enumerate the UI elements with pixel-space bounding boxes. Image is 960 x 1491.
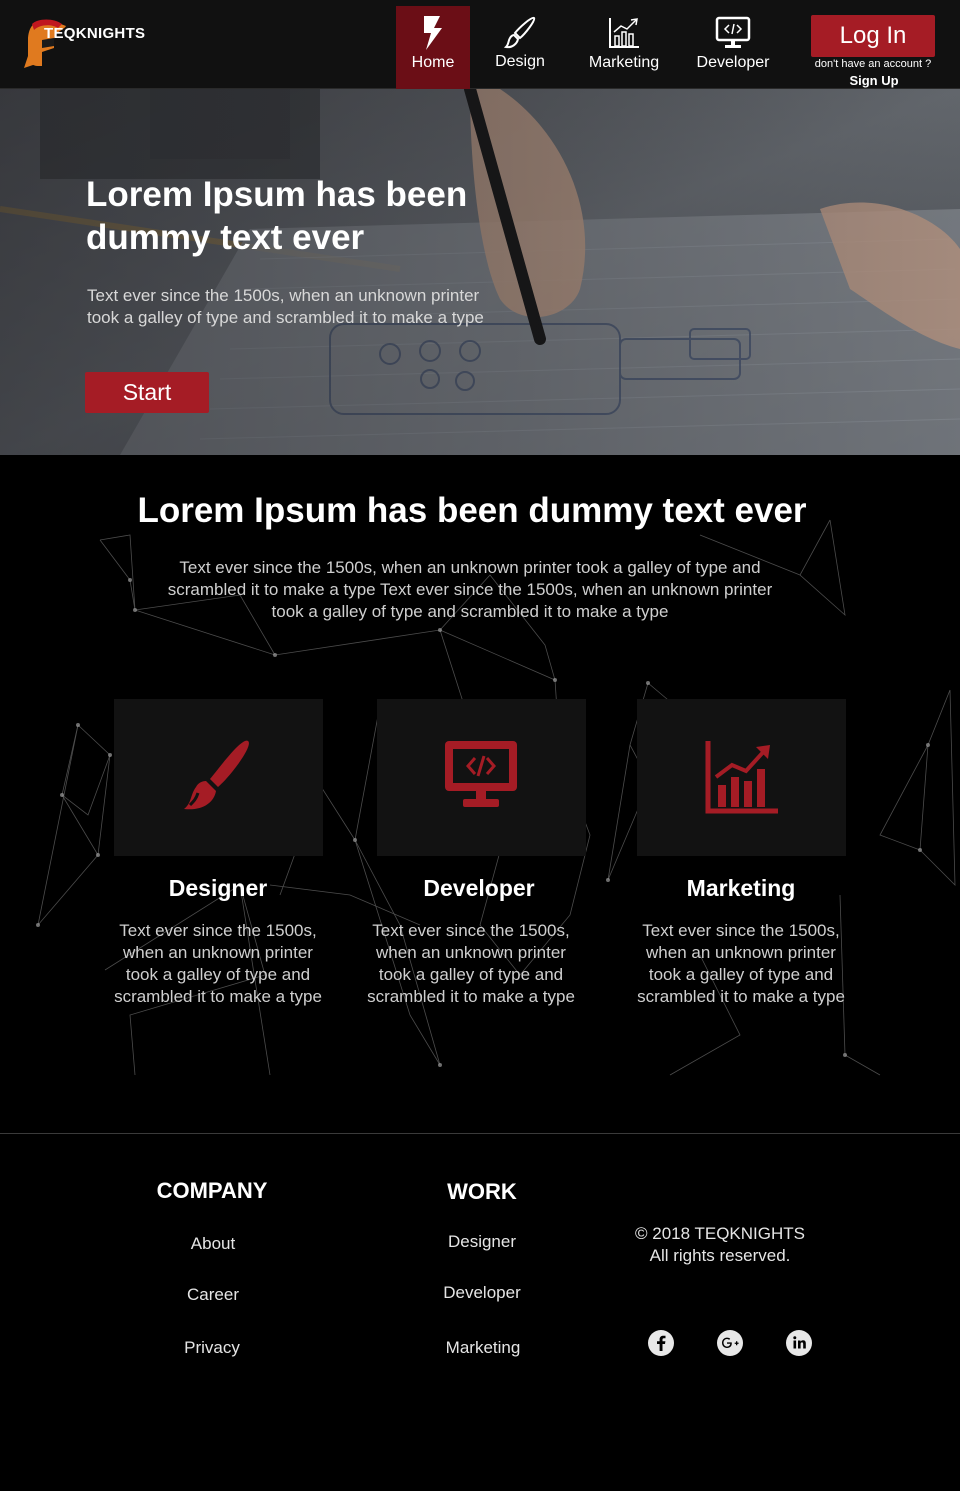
brand-name: TEQKNIGHTS [44,25,146,42]
marketing-card-icon-box [637,699,846,856]
nav-label-design: Design [495,53,545,70]
monitor-code-icon [715,16,751,48]
nav-label-developer: Developer [696,54,770,71]
login-button[interactable]: Log In [811,15,935,57]
copyright-line-1: © 2018 TEQKNIGHTS [635,1224,805,1243]
hero-title: Lorem Ipsum has been dummy text ever [86,175,468,257]
services-title: Lorem Ipsum has been dummy text ever [137,491,807,530]
no-account-text: don't have an account ? [814,58,932,70]
chart-icon [609,18,639,48]
nav-label-marketing: Marketing [588,54,660,71]
developer-card-text: Text ever since the 1500s, when an unkno… [367,921,575,1006]
linkedin-link[interactable] [786,1330,812,1356]
designer-card-icon-box [114,699,323,856]
monitor-code-icon [445,741,517,807]
copyright-text: © 2018 TEQKNIGHTS All rights reserved. [620,1223,820,1267]
services-section: Lorem Ipsum has been dummy text ever Tex… [0,455,960,1133]
footer-link-career[interactable]: Career [113,1285,313,1305]
paintbrush-icon [184,740,249,810]
google-plus-link[interactable] [717,1330,743,1356]
bolt-icon [424,16,442,50]
nav-item-home[interactable]: Home [396,6,470,89]
footer-link-about[interactable]: About [113,1234,313,1254]
nav-label-home: Home [411,54,455,71]
marketing-card-text: Text ever since the 1500s, when an unkno… [637,921,845,1006]
paintbrush-icon [503,16,536,49]
designer-card-text: Text ever since the 1500s, when an unkno… [114,921,322,1006]
signup-link[interactable]: Sign Up [806,73,942,88]
facebook-link[interactable] [648,1330,674,1356]
developer-card-icon-box [377,699,586,856]
chart-icon [705,741,778,814]
footer-work-heading: WORK [447,1179,517,1204]
developer-card-title: Developer [423,875,535,901]
top-navigation-bar: TEQKNIGHTS Home Design Marketing Develop… [0,0,960,89]
hero-text: Text ever since the 1500s, when an unkno… [87,286,484,327]
start-button[interactable]: Start [85,372,209,413]
footer-company-heading: COMPANY [156,1178,268,1203]
footer-link-developer[interactable]: Developer [382,1283,582,1303]
google-plus-icon [722,1337,739,1348]
copyright-line-2: All rights reserved. [649,1246,791,1265]
footer-link-designer[interactable]: Designer [382,1232,582,1252]
footer-link-marketing[interactable]: Marketing [383,1338,583,1358]
nav-item-marketing[interactable]: Marketing [583,6,665,89]
facebook-icon [657,1335,666,1351]
linkedin-icon [793,1336,806,1349]
site-footer: COMPANY About Career Privacy WORK Design… [0,1133,960,1491]
nav-item-developer[interactable]: Developer [692,6,774,89]
designer-card-title: Designer [168,875,268,901]
nav-item-design[interactable]: Design [484,6,556,89]
services-text: Text ever since the 1500s, when an unkno… [167,558,773,621]
marketing-card-title: Marketing [686,875,796,901]
footer-link-privacy[interactable]: Privacy [112,1338,312,1358]
hero-section: Lorem Ipsum has been dummy text ever Tex… [0,89,960,455]
